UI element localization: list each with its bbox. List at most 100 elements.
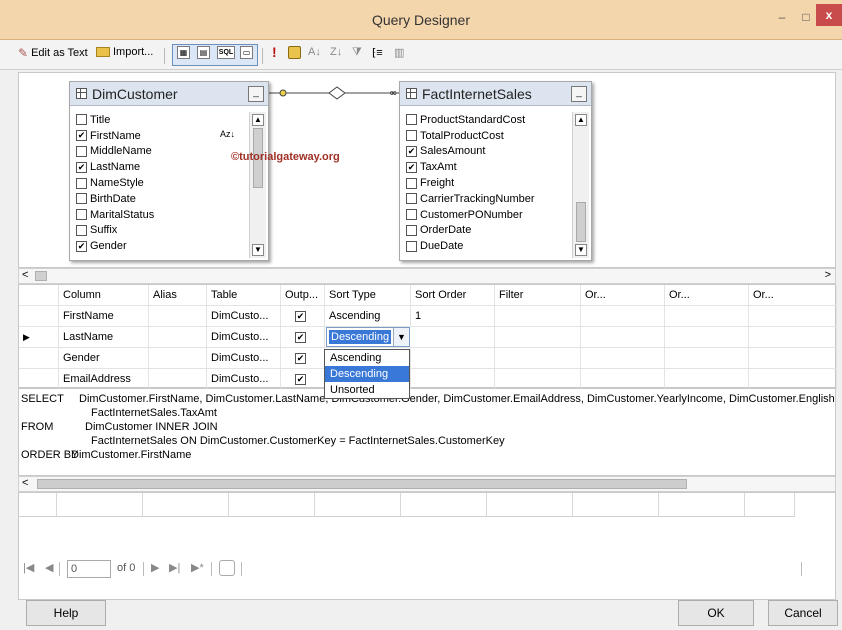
scroll-up-arrow[interactable]: ▲: [575, 114, 587, 126]
table-scrollbar[interactable]: ▲ ▼: [572, 112, 589, 258]
ok-button[interactable]: OK: [678, 600, 754, 626]
grid-cell-table[interactable]: DimCusto...: [207, 348, 281, 369]
table-factinternetsales[interactable]: FactInternetSales _ ProductStandardCost …: [399, 81, 592, 261]
grid-cell-or[interactable]: [581, 327, 665, 348]
maximize-button[interactable]: □: [796, 8, 816, 28]
field-row[interactable]: Freight: [406, 175, 535, 191]
field-row[interactable]: NameStyle: [76, 175, 154, 191]
output-checkbox[interactable]: ✔: [295, 353, 306, 364]
table-scrollbar[interactable]: ▲ ▼: [249, 112, 266, 258]
column-header[interactable]: Table: [207, 285, 281, 306]
join-connector[interactable]: ∞: [269, 81, 401, 105]
results-column[interactable]: [401, 493, 487, 517]
scroll-right-arrow[interactable]: >: [825, 269, 831, 281]
grid-cell-or[interactable]: [665, 348, 749, 369]
column-header[interactable]: Or...: [665, 285, 749, 306]
field-row[interactable]: DueDate: [406, 238, 535, 254]
grid-cell-filter[interactable]: [495, 369, 581, 390]
field-row[interactable]: ✔ FirstName: [76, 128, 154, 144]
field-row[interactable]: TotalProductCost: [406, 128, 535, 144]
table-dimcustomer-header[interactable]: DimCustomer _: [70, 82, 268, 106]
scroll-thumb[interactable]: [576, 202, 586, 242]
grid-cell-sort-order[interactable]: 1: [411, 306, 495, 327]
grid-cell-column[interactable]: FirstName: [59, 306, 149, 327]
record-number-input[interactable]: 0: [67, 560, 111, 578]
add-table-button[interactable]: ▥: [394, 46, 404, 59]
grid-cell-filter[interactable]: [495, 327, 581, 348]
field-checkbox[interactable]: [406, 114, 417, 126]
results-column[interactable]: [573, 493, 659, 517]
grid-cell-output[interactable]: ✔: [281, 369, 325, 390]
results-pane-toggle[interactable]: ▭: [240, 46, 253, 59]
grid-cell-or[interactable]: [749, 348, 837, 369]
scroll-left-arrow[interactable]: <: [22, 477, 28, 489]
field-checkbox[interactable]: [76, 114, 87, 126]
column-header[interactable]: Outp...: [281, 285, 325, 306]
row-selector[interactable]: [19, 306, 59, 327]
field-checkbox[interactable]: [76, 145, 87, 157]
grid-cell-or[interactable]: [665, 327, 749, 348]
grid-pane-toggle[interactable]: ▤: [197, 46, 210, 59]
field-checkbox[interactable]: ✔: [76, 161, 87, 173]
next-record-icon[interactable]: ▶: [151, 561, 159, 574]
scroll-thumb[interactable]: [37, 479, 687, 489]
diagram-pane-toggle[interactable]: ▦: [177, 46, 190, 59]
grid-cell-filter[interactable]: [495, 306, 581, 327]
field-row[interactable]: ✔ SalesAmount: [406, 144, 535, 160]
sql-horizontal-scrollbar[interactable]: <: [18, 476, 836, 492]
results-column[interactable]: [229, 493, 315, 517]
grid-cell-sort-type[interactable]: Ascending: [325, 306, 411, 327]
scroll-thumb[interactable]: [35, 271, 47, 281]
grid-cell-or[interactable]: [581, 306, 665, 327]
field-row[interactable]: Suffix: [76, 223, 154, 239]
close-button[interactable]: x: [816, 4, 842, 26]
diagram-horizontal-scrollbar[interactable]: < >: [18, 268, 836, 284]
grid-cell-alias[interactable]: [149, 369, 207, 390]
results-column[interactable]: [143, 493, 229, 517]
last-record-icon[interactable]: ▶|: [169, 561, 180, 574]
grid-cell-table[interactable]: DimCusto...: [207, 306, 281, 327]
grid-cell-or[interactable]: [581, 369, 665, 390]
grid-cell-column[interactable]: EmailAddress: [59, 369, 149, 390]
scroll-down-arrow[interactable]: ▼: [575, 244, 587, 256]
output-checkbox[interactable]: ✔: [295, 311, 306, 322]
field-row[interactable]: ProductStandardCost: [406, 112, 535, 128]
verify-sql-button[interactable]: [288, 46, 301, 59]
grid-row-current[interactable]: ▶ LastName DimCusto... ✔: [19, 327, 837, 348]
field-checkbox[interactable]: [76, 177, 87, 189]
field-row[interactable]: ✔ Gender: [76, 238, 154, 254]
column-header[interactable]: Column: [59, 285, 149, 306]
column-header[interactable]: Filter: [495, 285, 581, 306]
grid-cell-output[interactable]: ✔: [281, 327, 325, 348]
row-selector[interactable]: [19, 348, 59, 369]
field-checkbox[interactable]: ✔: [406, 161, 417, 173]
row-selector[interactable]: ▶: [19, 327, 59, 348]
field-checkbox[interactable]: [406, 240, 417, 252]
table-dimcustomer[interactable]: DimCustomer _ Title ✔ FirstName MiddleNam…: [69, 81, 269, 261]
field-row[interactable]: CustomerPONumber: [406, 207, 535, 223]
previous-record-icon[interactable]: ◀: [45, 561, 53, 574]
field-checkbox[interactable]: [406, 130, 417, 142]
grid-cell-or[interactable]: [749, 369, 837, 390]
column-header[interactable]: Or...: [749, 285, 837, 306]
first-record-icon[interactable]: |◀: [23, 561, 34, 574]
field-checkbox[interactable]: [76, 193, 87, 205]
sort-type-combobox[interactable]: Descending ▼: [326, 327, 410, 347]
field-row[interactable]: CarrierTrackingNumber: [406, 191, 535, 207]
minimize-button[interactable]: –: [772, 8, 792, 28]
results-column[interactable]: [315, 493, 401, 517]
grid-cell-or[interactable]: [665, 369, 749, 390]
field-checkbox[interactable]: [406, 193, 417, 205]
column-header[interactable]: Sort Type: [325, 285, 411, 306]
row-selector[interactable]: [19, 369, 59, 390]
field-row[interactable]: BirthDate: [76, 191, 154, 207]
grid-cell-or[interactable]: [749, 327, 837, 348]
minimize-table-button[interactable]: _: [571, 86, 587, 102]
field-row[interactable]: OrderDate: [406, 223, 535, 239]
field-row[interactable]: ✔ TaxAmt: [406, 159, 535, 175]
grid-cell-sort-order[interactable]: [411, 327, 495, 348]
scroll-down-arrow[interactable]: ▼: [252, 244, 264, 256]
column-header[interactable]: Alias: [149, 285, 207, 306]
grid-cell-or[interactable]: [749, 306, 837, 327]
sort-ascending-button[interactable]: A↓: [308, 46, 321, 58]
